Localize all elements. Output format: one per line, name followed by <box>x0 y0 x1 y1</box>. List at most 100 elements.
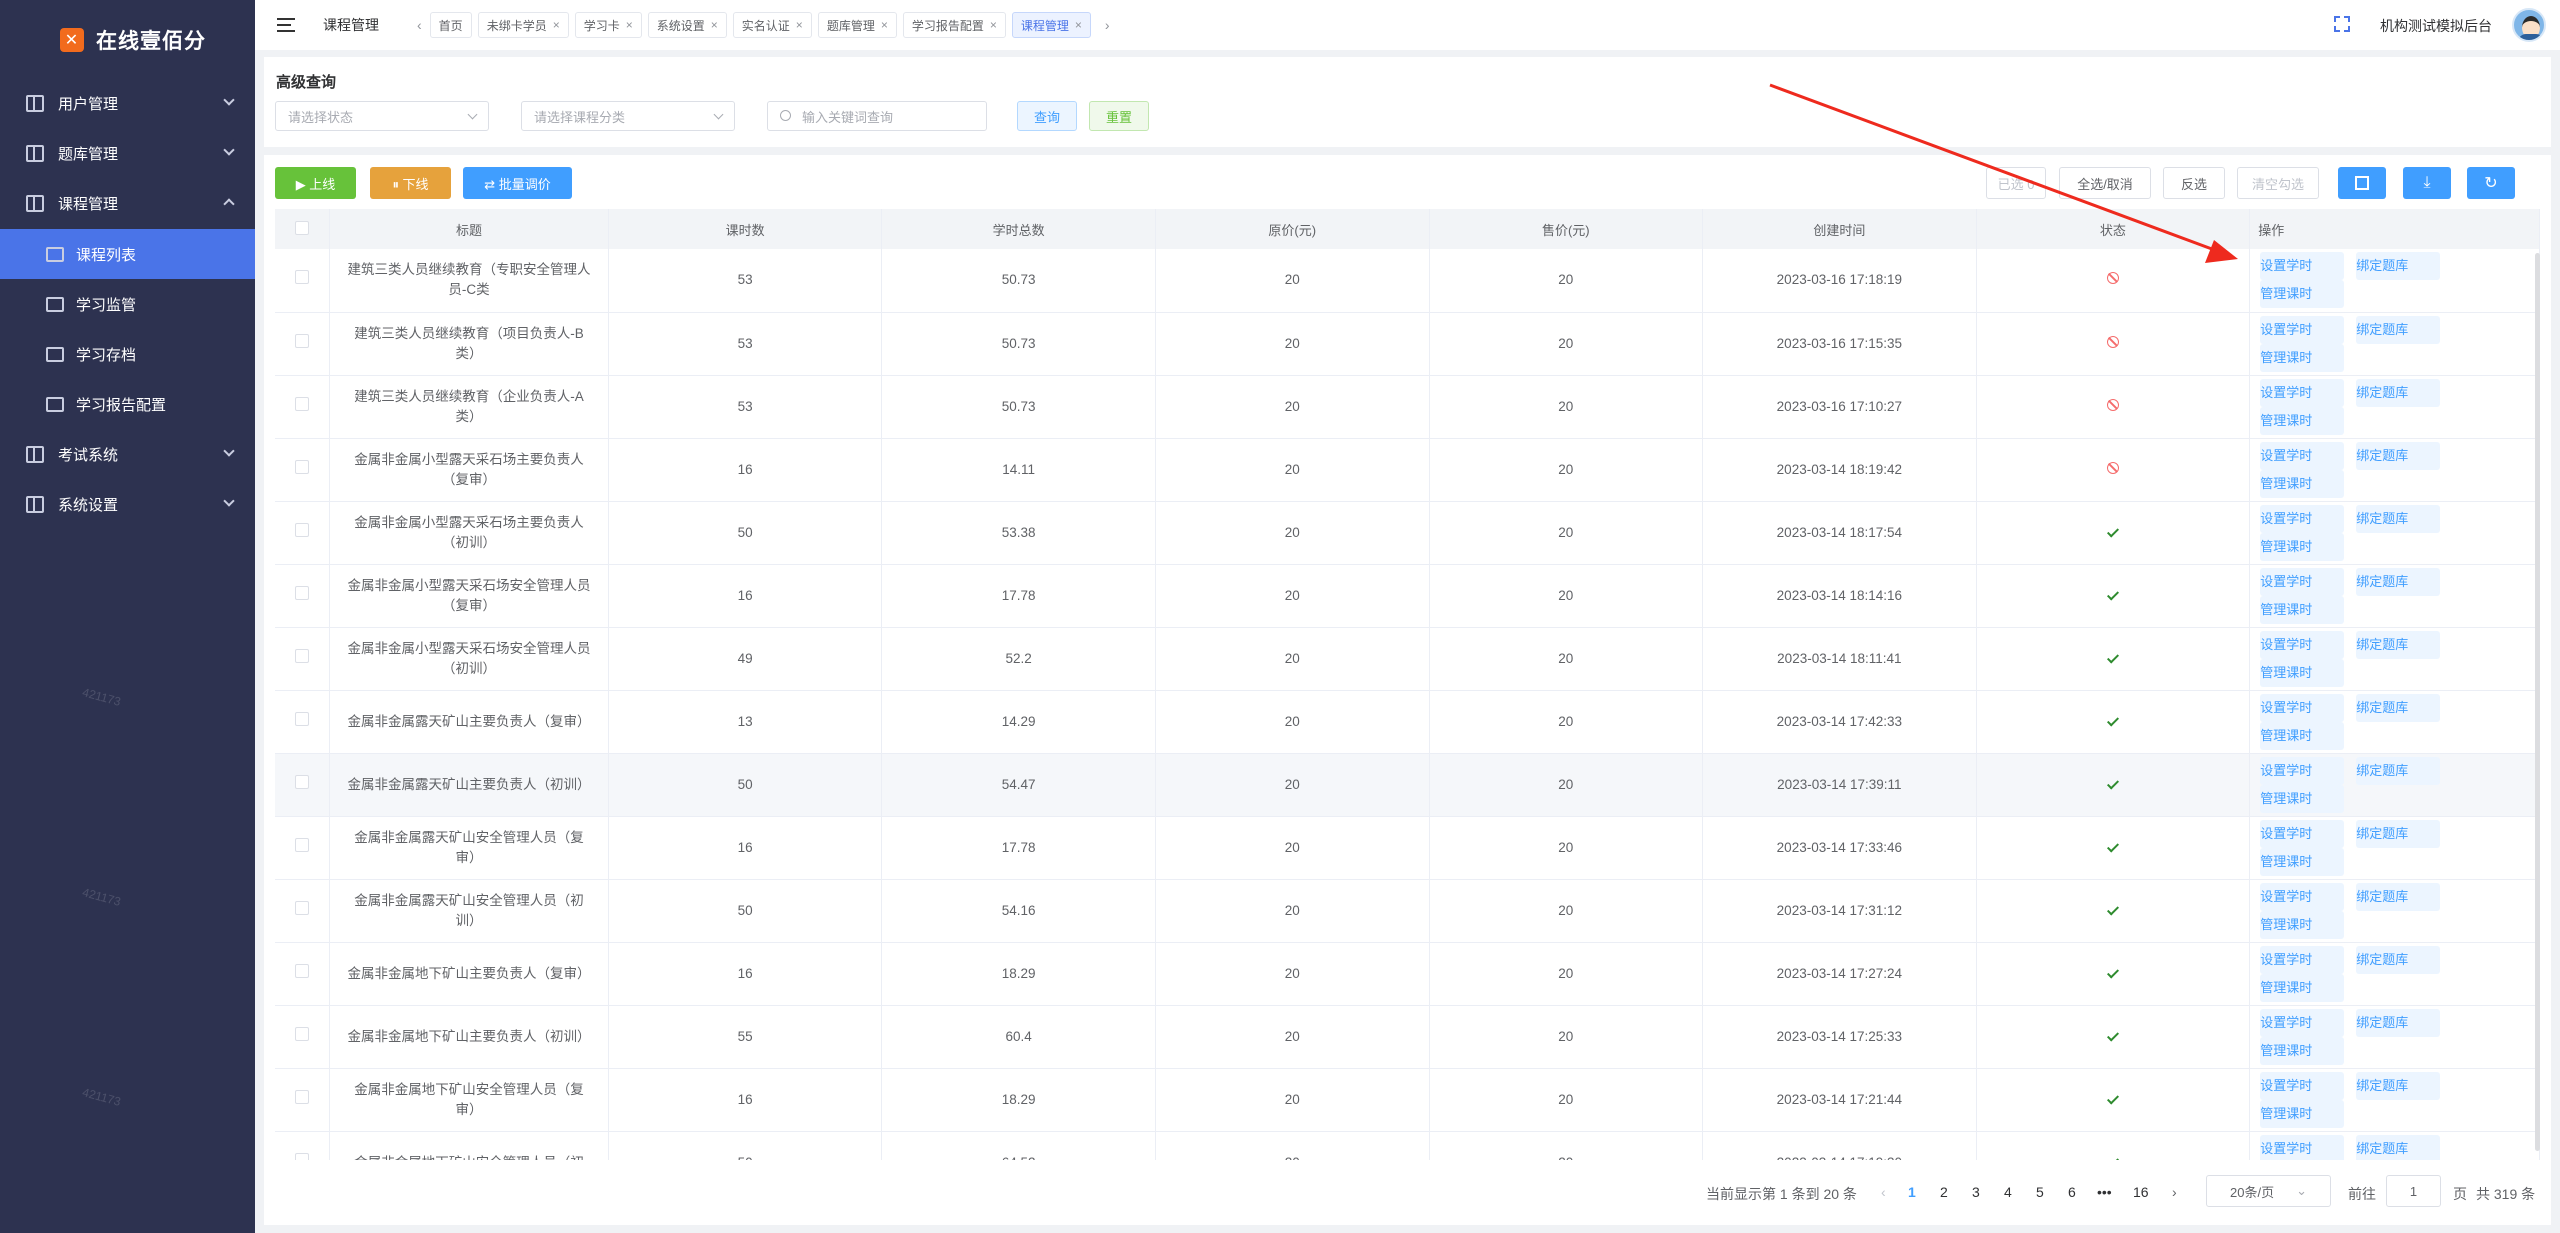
set-hours-button[interactable]: 设置学时 <box>2260 378 2345 407</box>
set-hours-button[interactable]: 设置学时 <box>2260 630 2345 659</box>
menu-question-bank[interactable]: 题库管理 <box>0 128 255 178</box>
page-ellipsis[interactable]: ••• <box>2097 1184 2112 1200</box>
row-checkbox[interactable] <box>295 333 310 348</box>
bind-question-bank-button[interactable]: 绑定题库 <box>2356 945 2441 974</box>
tag-course-mgmt[interactable]: 课程管理 × <box>1011 12 1091 38</box>
manage-lessons-button[interactable]: 管理课时 <box>2260 973 2345 1002</box>
row-select-cell[interactable] <box>275 312 331 376</box>
bind-question-bank-button[interactable]: 绑定题库 <box>2356 819 2441 848</box>
row-select-cell[interactable] <box>275 879 331 943</box>
page-16[interactable]: 16 <box>2133 1184 2149 1200</box>
menu-user-mgmt[interactable]: 用户管理 <box>0 78 255 128</box>
row-checkbox[interactable] <box>295 711 310 726</box>
bind-question-bank-button[interactable]: 绑定题库 <box>2356 378 2441 407</box>
close-icon[interactable]: × <box>796 18 803 32</box>
status-select[interactable]: 请选择状态 <box>275 101 489 131</box>
manage-lessons-button[interactable]: 管理课时 <box>2260 280 2345 309</box>
row-select-cell[interactable] <box>275 942 331 1006</box>
bind-question-bank-button[interactable]: 绑定题库 <box>2356 1008 2441 1037</box>
tag-study-card[interactable]: 学习卡 × <box>574 12 642 38</box>
set-hours-button[interactable]: 设置学时 <box>2260 1008 2345 1037</box>
row-checkbox[interactable] <box>295 648 310 663</box>
manage-lessons-button[interactable]: 管理课时 <box>2260 658 2345 687</box>
row-checkbox[interactable] <box>295 1152 310 1160</box>
page-5[interactable]: 5 <box>2036 1184 2044 1200</box>
page-size-select[interactable]: 20条/页 ⌄ <box>2206 1175 2331 1207</box>
row-select-cell[interactable] <box>275 753 331 817</box>
search-button[interactable]: 查询 <box>1017 101 1077 131</box>
close-icon[interactable]: × <box>1075 18 1082 32</box>
set-hours-button[interactable]: 设置学时 <box>2260 1134 2345 1160</box>
bind-question-bank-button[interactable]: 绑定题库 <box>2356 882 2441 911</box>
close-icon[interactable]: × <box>990 18 997 32</box>
row-select-cell[interactable] <box>275 438 331 502</box>
chevron-right-icon[interactable]: › <box>1105 17 1110 33</box>
set-hours-button[interactable]: 设置学时 <box>2260 819 2345 848</box>
table-row[interactable]: 金属非金属地下矿山安全管理人员（复审） 16 18.29 20 20 2023-03-14… <box>275 1068 2540 1132</box>
close-icon[interactable]: × <box>711 18 718 32</box>
manage-lessons-button[interactable]: 管理课时 <box>2260 343 2345 372</box>
fullscreen-icon[interactable] <box>2334 16 2350 32</box>
table-row[interactable]: 金属非金属地下矿山安全管理人员（初5064.5220202023-03-14 1… <box>275 1131 2540 1160</box>
manage-lessons-button[interactable]: 管理课时 <box>2260 1036 2345 1065</box>
keyword-search-input[interactable]: 输入关键词查询 <box>767 101 987 131</box>
bind-question-bank-button[interactable]: 绑定题库 <box>2356 1071 2441 1100</box>
bind-question-bank-button[interactable]: 绑定题库 <box>2356 1134 2441 1160</box>
set-hours-button[interactable]: 设置学时 <box>2260 504 2345 533</box>
page-4[interactable]: 4 <box>2004 1184 2012 1200</box>
row-select-cell[interactable] <box>275 501 331 565</box>
tag-home[interactable]: 首页 <box>429 12 472 38</box>
menu-course-mgmt[interactable]: 课程管理 <box>0 178 255 228</box>
row-checkbox[interactable] <box>295 774 310 789</box>
table-row[interactable]: 金属非金属地下矿山主要负责人（复审） 16 18.29 20 20 2023-03-14 … <box>275 942 2540 1006</box>
table-row[interactable]: 金属非金属露天矿山安全管理人员（初训） 50 54.16 20 20 2023-03-14… <box>275 879 2540 943</box>
menu-system-settings[interactable]: 系统设置 <box>0 479 255 529</box>
reset-button[interactable]: 重置 <box>1089 101 1149 131</box>
set-hours-button[interactable]: 设置学时 <box>2260 252 2345 281</box>
table-scrollbar[interactable] <box>2535 253 2540 1151</box>
set-hours-button[interactable]: 设置学时 <box>2260 693 2345 722</box>
row-checkbox[interactable] <box>295 1089 310 1104</box>
manage-lessons-button[interactable]: 管理课时 <box>2260 910 2345 939</box>
bind-question-bank-button[interactable]: 绑定题库 <box>2356 504 2441 533</box>
close-icon[interactable]: × <box>881 18 888 32</box>
row-select-cell[interactable] <box>275 1068 331 1132</box>
next-page-icon[interactable]: › <box>2172 1184 2177 1200</box>
row-checkbox[interactable] <box>295 1026 310 1041</box>
avatar[interactable] <box>2512 8 2546 42</box>
set-hours-button[interactable]: 设置学时 <box>2260 945 2345 974</box>
brand-logo[interactable]: ✕ 在线壹佰分 <box>0 0 255 80</box>
manage-lessons-button[interactable]: 管理课时 <box>2260 847 2345 876</box>
sidebar-item-report-config[interactable]: 学习报告配置 <box>0 379 255 429</box>
select-all-header[interactable] <box>275 209 331 249</box>
chevron-left-icon[interactable]: ‹ <box>417 17 422 33</box>
table-row[interactable]: 建筑三类人员继续教育（企业负责人-A类） 53 50.73 20 20 2023-03-1… <box>275 375 2540 439</box>
menu-exam-system[interactable]: 考试系统 <box>0 429 255 479</box>
prev-page-icon[interactable]: ‹ <box>1881 1184 1886 1200</box>
sidebar-item-study-archive[interactable]: 学习存档 <box>0 329 255 379</box>
table-row[interactable]: 金属非金属小型露天采石场主要负责人（复审） 16 14.11 20 20 2023-03-… <box>275 438 2540 502</box>
manage-lessons-button[interactable]: 管理课时 <box>2260 406 2345 435</box>
row-checkbox[interactable] <box>295 585 310 600</box>
row-checkbox[interactable] <box>295 837 310 852</box>
tag-unbound-students[interactable]: 未绑卡学员 × <box>477 12 569 38</box>
bind-question-bank-button[interactable]: 绑定题库 <box>2356 252 2441 281</box>
close-icon[interactable]: × <box>626 18 633 32</box>
table-row[interactable]: 金属非金属露天矿山主要负责人（复审） 13 14.29 20 20 2023-03-14 … <box>275 690 2540 754</box>
tag-system-settings[interactable]: 系统设置 × <box>647 12 727 38</box>
table-viewport[interactable]: 标题 课时数 学时总数 原价(元) 售价(元) 创建时间 状态 操作 建筑三类人… <box>264 155 2551 1160</box>
bind-question-bank-button[interactable]: 绑定题库 <box>2356 756 2441 785</box>
set-hours-button[interactable]: 设置学时 <box>2260 441 2345 470</box>
category-select[interactable]: 请选择课程分类 <box>521 101 735 131</box>
set-hours-button[interactable]: 设置学时 <box>2260 882 2345 911</box>
manage-lessons-button[interactable]: 管理课时 <box>2260 784 2345 813</box>
table-row[interactable]: 金属非金属小型露天采石场安全管理人员（初训） 49 52.2 20 20 2023-03-… <box>275 627 2540 691</box>
bind-question-bank-button[interactable]: 绑定题库 <box>2356 630 2441 659</box>
tag-real-name-auth[interactable]: 实名认证 × <box>732 12 812 38</box>
tag-question-bank[interactable]: 题库管理 × <box>817 12 897 38</box>
manage-lessons-button[interactable]: 管理课时 <box>2260 532 2345 561</box>
row-select-cell[interactable] <box>275 627 331 691</box>
set-hours-button[interactable]: 设置学时 <box>2260 756 2345 785</box>
table-row[interactable]: 建筑三类人员继续教育（专职安全管理人员-C类 53 50.73 20 20 2023-03… <box>275 249 2540 313</box>
page-1[interactable]: 1 <box>1908 1184 1916 1200</box>
